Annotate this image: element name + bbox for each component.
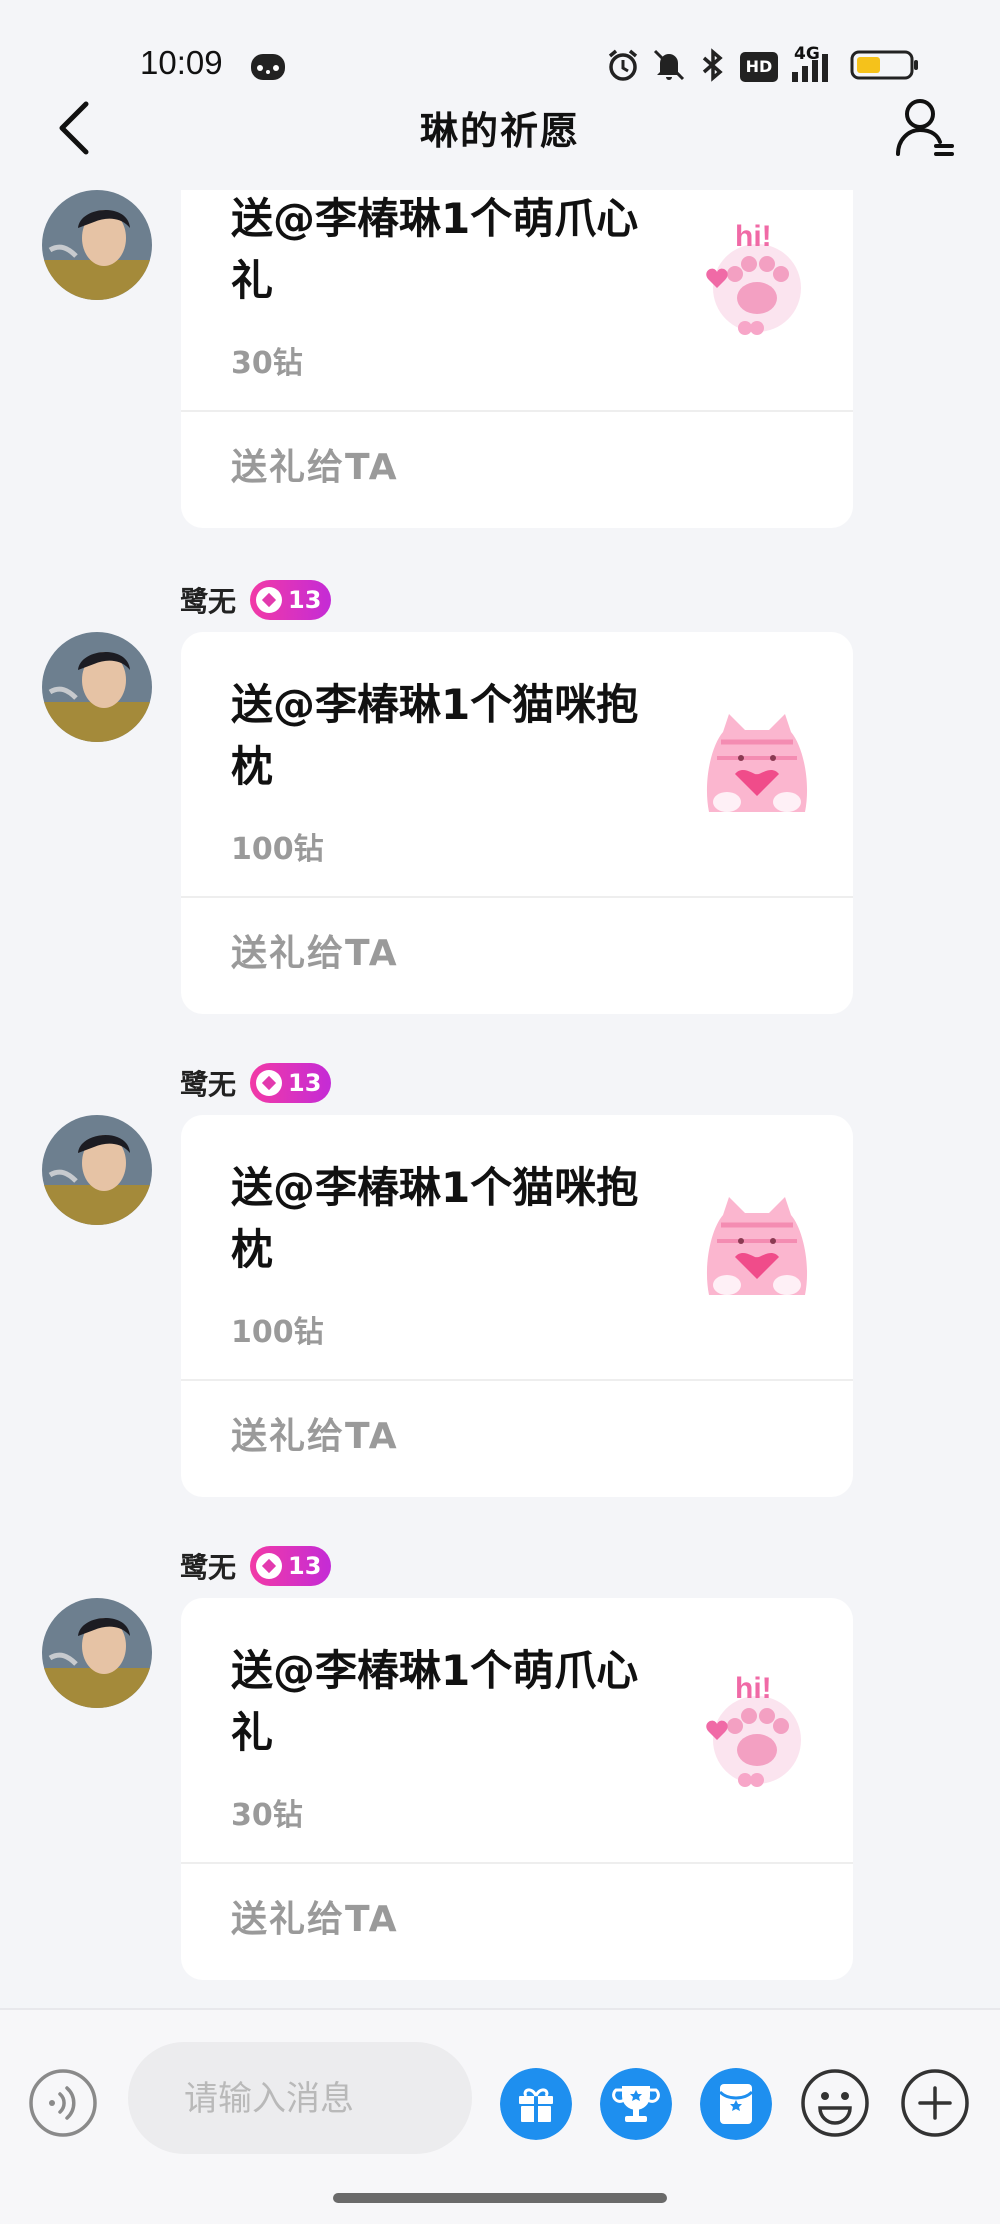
red-packet-icon[interactable] bbox=[700, 2068, 772, 2140]
message-input[interactable] bbox=[182, 2078, 466, 2120]
level-value: 13 bbox=[288, 586, 322, 614]
gift-price: 30钻 bbox=[231, 1798, 303, 1833]
card-divider bbox=[181, 1379, 853, 1381]
level-icon bbox=[256, 587, 283, 613]
avatar[interactable] bbox=[42, 1115, 152, 1225]
paw-gift-icon: hi! bbox=[706, 220, 801, 335]
avatar[interactable] bbox=[42, 1598, 152, 1708]
bluetooth-icon bbox=[702, 48, 723, 82]
page-title: 琳的祈愿 bbox=[419, 109, 580, 153]
battery-icon bbox=[850, 50, 918, 80]
level-value: 13 bbox=[288, 1069, 322, 1097]
app-notification-icon bbox=[251, 54, 285, 80]
gift-title: 送@李椿琳1个萌爪心礼 bbox=[231, 194, 639, 305]
level-value: 13 bbox=[288, 1552, 322, 1580]
gift-title: 送@李椿琳1个萌爪心礼 bbox=[231, 1646, 639, 1757]
card-divider bbox=[181, 896, 853, 898]
card-divider bbox=[181, 410, 853, 412]
avatar[interactable] bbox=[42, 190, 152, 300]
composer-bar bbox=[0, 2008, 1000, 2224]
sender-row: 鹭无 13 bbox=[180, 1544, 332, 1588]
cat-pillow-icon bbox=[706, 714, 808, 812]
send-gift-link[interactable]: 送礼给TA bbox=[231, 1890, 399, 1942]
sender-row: 鹭无 13 bbox=[180, 1061, 332, 1105]
gift-card: 送@李椿琳1个猫咪抱枕 100钻 送礼给TA bbox=[181, 632, 853, 1014]
gift-card: 送@李椿琳1个猫咪抱枕 100钻 送礼给TA bbox=[181, 1115, 853, 1497]
emoji-icon[interactable] bbox=[800, 2068, 870, 2138]
cat-pillow-icon bbox=[706, 1197, 808, 1295]
signal-icon bbox=[792, 54, 828, 82]
message-feed[interactable]: 送@李椿琳1个萌爪心礼 30钻 hi! 送礼给TA 鹭无 13 送@李椿琳1个猫… bbox=[0, 190, 1000, 2008]
alarm-icon bbox=[608, 49, 638, 81]
voice-icon[interactable] bbox=[28, 2068, 98, 2138]
trophy-icon[interactable] bbox=[600, 2068, 672, 2140]
gift-title: 送@李椿琳1个猫咪抱枕 bbox=[231, 1163, 639, 1274]
home-indicator bbox=[333, 2193, 667, 2203]
level-badge: 13 bbox=[250, 580, 332, 620]
gift-title: 送@李椿琳1个猫咪抱枕 bbox=[231, 680, 639, 791]
send-gift-link[interactable]: 送礼给TA bbox=[231, 438, 399, 490]
sender-row: 鹭无 13 bbox=[180, 578, 332, 622]
gift-price: 100钻 bbox=[231, 1315, 324, 1350]
hd-label: HD bbox=[745, 57, 773, 76]
level-icon bbox=[256, 1553, 283, 1579]
gift-price: 100钻 bbox=[231, 832, 324, 867]
send-gift-link[interactable]: 送礼给TA bbox=[231, 924, 399, 976]
sender-name[interactable]: 鹭无 bbox=[180, 580, 236, 620]
mute-icon bbox=[653, 49, 685, 81]
level-icon bbox=[256, 1070, 283, 1096]
status-time: 10:09 bbox=[140, 44, 223, 81]
sender-name[interactable]: 鹭无 bbox=[180, 1063, 236, 1103]
level-badge: 13 bbox=[250, 1546, 332, 1586]
sender-name[interactable]: 鹭无 bbox=[180, 1546, 236, 1586]
avatar[interactable] bbox=[42, 632, 152, 742]
send-gift-link[interactable]: 送礼给TA bbox=[231, 1407, 399, 1459]
gift-card: 送@李椿琳1个萌爪心礼 30钻 hi! 送礼给TA bbox=[181, 190, 853, 528]
hd-icon: HD bbox=[740, 52, 778, 82]
gift-card: 送@李椿琳1个萌爪心礼 30钻 hi! 送礼给TA bbox=[181, 1598, 853, 1980]
card-divider bbox=[181, 1862, 853, 1864]
paw-gift-icon: hi! bbox=[706, 1672, 801, 1787]
gift-price: 30钻 bbox=[231, 346, 303, 381]
svg-text:hi!: hi! bbox=[735, 1672, 772, 1705]
gift-icon[interactable] bbox=[500, 2068, 572, 2140]
message-input-box[interactable] bbox=[128, 2042, 472, 2154]
profile-settings-button[interactable] bbox=[892, 96, 956, 160]
plus-icon[interactable] bbox=[900, 2068, 970, 2138]
level-badge: 13 bbox=[250, 1063, 332, 1103]
svg-text:hi!: hi! bbox=[735, 220, 772, 253]
